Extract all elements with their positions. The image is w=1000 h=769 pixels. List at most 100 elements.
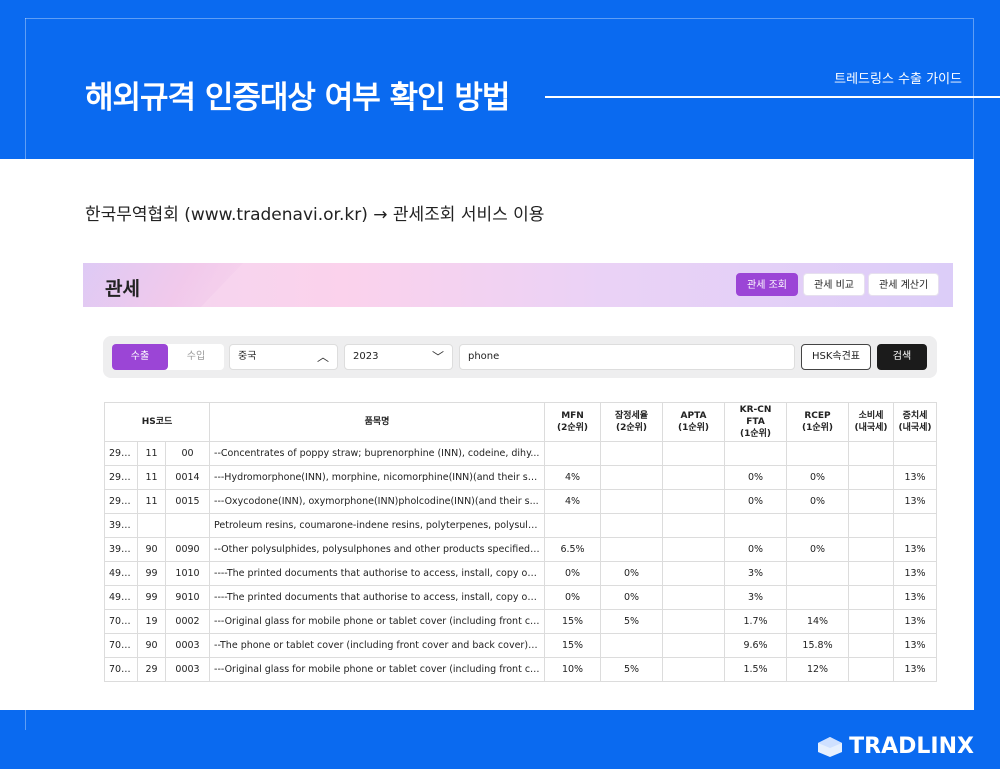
cell-apta-rate — [662, 633, 726, 658]
table-row[interactable]: 2939 11 0014 ---Hydromorphone(INN), morphin… — [104, 465, 938, 490]
cell-hs-heading: 11 — [137, 489, 166, 514]
tradlinx-logo-icon — [818, 736, 843, 757]
tariff-compare-button[interactable]: 관세 비교 — [803, 273, 865, 296]
table-row[interactable]: 2939 11 00 --Concentrates of poppy straw; b… — [104, 441, 938, 466]
cell-vat-rate: 13% — [893, 489, 938, 514]
hsk-table-button[interactable]: HSK속견표 — [801, 344, 871, 370]
cell-apta-rate — [662, 513, 726, 538]
cell-hs-chapter: 3911 — [104, 513, 138, 538]
cell-vat-rate — [893, 513, 938, 538]
table-header-row: HS코드 품목명 MFN (2순위) 잠정세율 (2순위) APTA (1순위)… — [103, 402, 938, 442]
cell-kr-cn-fta-rate: 0% — [724, 489, 788, 514]
cell-apta-rate — [662, 489, 726, 514]
cell-vat-rate: 13% — [893, 585, 938, 610]
cell-provisional-rate: 0% — [600, 585, 664, 610]
cell-mfn-rate: 0% — [544, 585, 602, 610]
trade-direction-toggle: 수출 수입 — [112, 344, 224, 370]
guide-label: 트레드링스 수출 가이드 — [834, 72, 962, 87]
cell-item-name: --Other polysulphides, polysulphones and… — [209, 537, 546, 562]
cell-item-name: ----The printed documents that authorise… — [209, 585, 546, 610]
table-row[interactable]: 3911 Petroleum resins, coumarone-indene r… — [104, 513, 938, 538]
slide-subtitle: 한국무역협회 (www.tradenavi.or.kr) → 관세조회 서비스 … — [85, 205, 545, 225]
cell-consumption-tax — [848, 513, 895, 538]
cell-mfn-rate — [544, 441, 602, 466]
table-row[interactable]: 3911 90 0090 --Other polysulphides, polysul… — [104, 537, 938, 562]
cell-rcep-rate: 0% — [786, 537, 850, 562]
cell-hs-heading: 99 — [137, 585, 166, 610]
year-select[interactable]: 2023 ﹀ — [344, 344, 453, 370]
cell-kr-cn-fta-rate: 1.7% — [724, 609, 788, 634]
cell-apta-rate — [662, 465, 726, 490]
search-query: phone — [468, 351, 500, 362]
cell-consumption-tax — [848, 609, 895, 634]
cell-mfn-rate — [544, 513, 602, 538]
cell-hs-chapter: 7005 — [104, 657, 138, 682]
cell-hs-heading: 29 — [137, 657, 166, 682]
header-rcep: RCEP (1순위) — [786, 402, 850, 442]
cell-kr-cn-fta-rate: 3% — [724, 585, 788, 610]
cell-item-name: ---Oxycodone(INN), oxymorphone(INN)pholc… — [209, 489, 546, 514]
header-consumption-tax: 소비세 (내국세) — [848, 402, 895, 442]
search-input[interactable]: phone — [459, 344, 795, 370]
search-bar: 수출 수입 중국 ︿ 2023 ﹀ phone HSK속견표 검색 — [103, 336, 937, 378]
cell-item-name: --The phone or tablet cover (including f… — [209, 633, 546, 658]
cell-hs-subheading: 0003 — [164, 657, 211, 682]
header-kr-cn-fta: KR-CN FTA (1순위) — [724, 402, 788, 442]
cell-kr-cn-fta-rate — [724, 441, 788, 466]
cell-consumption-tax — [848, 633, 895, 658]
cell-hs-subheading — [164, 513, 211, 538]
header-provisional: 잠정세율 (2순위) — [600, 402, 664, 442]
cell-hs-subheading: 0014 — [164, 465, 211, 490]
header-apta: APTA (1순위) — [662, 402, 726, 442]
chevron-up-icon: ︿ — [316, 350, 329, 364]
cell-kr-cn-fta-rate — [724, 513, 788, 538]
cell-provisional-rate: 0% — [600, 561, 664, 586]
search-button[interactable]: 검색 — [877, 344, 927, 370]
cell-vat-rate: 13% — [893, 633, 938, 658]
tariff-calculator-button[interactable]: 관세 계산기 — [868, 273, 940, 296]
cell-hs-subheading: 0015 — [164, 489, 211, 514]
cell-mfn-rate: 15% — [544, 633, 602, 658]
cell-consumption-tax — [848, 657, 895, 682]
tariff-lookup-button[interactable]: 관세 조회 — [736, 273, 798, 296]
cell-vat-rate: 13% — [893, 465, 938, 490]
cell-vat-rate: 13% — [893, 609, 938, 634]
cell-item-name: ---Original glass for mobile phone or ta… — [209, 609, 546, 634]
cell-apta-rate — [662, 561, 726, 586]
header-divider — [545, 96, 1000, 98]
app-title: 관세 — [105, 278, 140, 300]
export-tab[interactable]: 수출 — [112, 344, 168, 370]
cell-hs-chapter: 2939 — [104, 441, 138, 466]
country-select[interactable]: 중국 ︿ — [229, 344, 338, 370]
cell-provisional-rate — [600, 441, 664, 466]
cell-mfn-rate: 10% — [544, 657, 602, 682]
cell-rcep-rate: 0% — [786, 465, 850, 490]
cell-mfn-rate: 4% — [544, 465, 602, 490]
cell-apta-rate — [662, 609, 726, 634]
cell-vat-rate: 13% — [893, 561, 938, 586]
table-row[interactable]: 4911 99 1010 ----The printed documents that… — [104, 561, 938, 586]
app-header: 관세 관세 조회 관세 비교 관세 계산기 — [83, 263, 953, 307]
cell-consumption-tax — [848, 537, 895, 562]
cell-hs-chapter: 4911 — [104, 585, 138, 610]
cell-provisional-rate — [600, 513, 664, 538]
cell-consumption-tax — [848, 465, 895, 490]
cell-hs-heading — [137, 513, 166, 538]
cell-hs-heading: 90 — [137, 633, 166, 658]
cell-vat-rate: 13% — [893, 657, 938, 682]
table-row[interactable]: 7004 90 0003 --The phone or tablet cover (i… — [104, 633, 938, 658]
cell-consumption-tax — [848, 489, 895, 514]
table-row[interactable]: 4911 99 9010 ----The printed documents that… — [104, 585, 938, 610]
cell-rcep-rate: 0% — [786, 489, 850, 514]
cell-hs-chapter: 7003 — [104, 609, 138, 634]
import-tab[interactable]: 수입 — [168, 344, 224, 370]
cell-provisional-rate — [600, 633, 664, 658]
table-row[interactable]: 2939 11 0015 ---Oxycodone(INN), oxymorphone… — [104, 489, 938, 514]
table-row[interactable]: 7003 19 0002 ---Original glass for mobile p… — [104, 609, 938, 634]
header-vat: 증치세 (내국세) — [893, 402, 938, 442]
table-row[interactable]: 7005 29 0003 ---Original glass for mobile p… — [104, 657, 938, 682]
cell-rcep-rate — [786, 441, 850, 466]
cell-provisional-rate — [600, 489, 664, 514]
chevron-down-icon: ﹀ — [431, 350, 444, 364]
cell-item-name: ----The printed documents that authorise… — [209, 561, 546, 586]
